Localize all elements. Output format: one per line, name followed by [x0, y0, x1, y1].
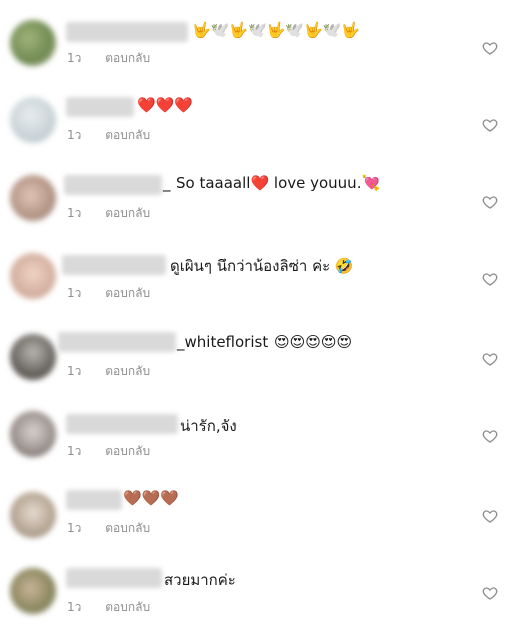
reply-button[interactable]: ตอบกลับ [105, 521, 150, 535]
heart-outline-icon[interactable] [482, 117, 498, 133]
comment-meta: 1ว ตอบกลับ [67, 519, 150, 538]
comment-time: 1ว [67, 51, 82, 65]
comment-item: _whiteflorist 😍😍😍😍😍 1ว ตอบกลับ [0, 322, 525, 392]
heart-outline-icon[interactable] [482, 508, 498, 524]
comment-item: สวยมากค่ะ 1ว ตอบกลับ [0, 558, 525, 628]
comment-list: 🤟🕊️🤟🕊️🤟🕊️🤟🕊️🤟 1ว ตอบกลับ ❤️❤️❤️ 1ว ตอบกล… [0, 0, 525, 622]
avatar[interactable] [10, 175, 56, 221]
reply-button[interactable]: ตอบกลับ [105, 51, 150, 65]
comment-meta: 1ว ตอบกลับ [67, 598, 150, 617]
heart-outline-icon[interactable] [482, 585, 498, 601]
comment-time: 1ว [67, 286, 82, 300]
reply-button[interactable]: ตอบกลับ [105, 206, 150, 220]
comment-text: So taaaall❤️ love youuu.💘 [176, 174, 381, 192]
username-blurred[interactable] [64, 175, 162, 195]
username-blurred[interactable] [58, 332, 176, 352]
reply-button[interactable]: ตอบกลับ [105, 444, 150, 458]
comment-time: 1ว [67, 600, 82, 614]
comment-text: ดูเผินๆ นึกว่าน้องลิซ่า ค่ะ 🤣 [170, 257, 354, 275]
comment-text: 🤟🕊️🤟🕊️🤟🕊️🤟🕊️🤟 [192, 21, 361, 39]
comment-item: น่ารัก,จัง 1ว ตอบกลับ [0, 402, 525, 472]
comment-meta: 1ว ตอบกลับ [67, 362, 150, 381]
avatar[interactable] [10, 20, 56, 66]
heart-outline-icon[interactable] [482, 40, 498, 56]
heart-outline-icon[interactable] [482, 351, 498, 367]
comment-text: 😍😍😍😍😍 [274, 333, 353, 351]
comment-time: 1ว [67, 128, 82, 142]
comment-meta: 1ว ตอบกลับ [67, 49, 150, 68]
avatar[interactable] [10, 492, 56, 538]
reply-button[interactable]: ตอบกลับ [105, 600, 150, 614]
comment-meta: 1ว ตอบกลับ [67, 126, 150, 145]
comment-item: 🤎🤎🤎 1ว ตอบกลับ [0, 480, 525, 550]
username-suffix[interactable]: _whiteflorist [177, 333, 268, 351]
comment-text: 🤎🤎🤎 [123, 489, 180, 507]
heart-outline-icon[interactable] [482, 271, 498, 287]
comment-meta: 1ว ตอบกลับ [67, 284, 150, 303]
comment-time: 1ว [67, 521, 82, 535]
heart-outline-icon[interactable] [482, 428, 498, 444]
username-blurred[interactable] [62, 255, 166, 275]
username-suffix[interactable]: _ [163, 174, 171, 192]
avatar[interactable] [10, 253, 56, 299]
comment-time: 1ว [67, 206, 82, 220]
username-blurred[interactable] [66, 22, 188, 42]
avatar[interactable] [10, 568, 56, 614]
comment-text: น่ารัก,จัง [180, 417, 237, 435]
reply-button[interactable]: ตอบกลับ [105, 286, 150, 300]
comment-meta: 1ว ตอบกลับ [67, 442, 150, 461]
comment-time: 1ว [67, 364, 82, 378]
heart-outline-icon[interactable] [482, 194, 498, 210]
comment-item: ❤️❤️❤️ 1ว ตอบกลับ [0, 85, 525, 155]
avatar[interactable] [10, 97, 56, 143]
avatar[interactable] [10, 334, 56, 380]
comment-item: _ So taaaall❤️ love youuu.💘 1ว ตอบกลับ [0, 163, 525, 233]
username-blurred[interactable] [66, 97, 134, 117]
comment-item: 🤟🕊️🤟🕊️🤟🕊️🤟🕊️🤟 1ว ตอบกลับ [0, 8, 525, 78]
comment-time: 1ว [67, 444, 82, 458]
comment-meta: 1ว ตอบกลับ [67, 204, 150, 223]
avatar[interactable] [10, 411, 56, 457]
username-blurred[interactable] [66, 490, 122, 510]
comment-text: ❤️❤️❤️ [137, 96, 194, 114]
reply-button[interactable]: ตอบกลับ [105, 128, 150, 142]
comment-text: สวยมากค่ะ [164, 571, 236, 589]
username-blurred[interactable] [66, 414, 178, 434]
username-blurred[interactable] [66, 568, 162, 588]
comment-item: ดูเผินๆ นึกว่าน้องลิซ่า ค่ะ 🤣 1ว ตอบกลับ [0, 243, 525, 313]
reply-button[interactable]: ตอบกลับ [105, 364, 150, 378]
